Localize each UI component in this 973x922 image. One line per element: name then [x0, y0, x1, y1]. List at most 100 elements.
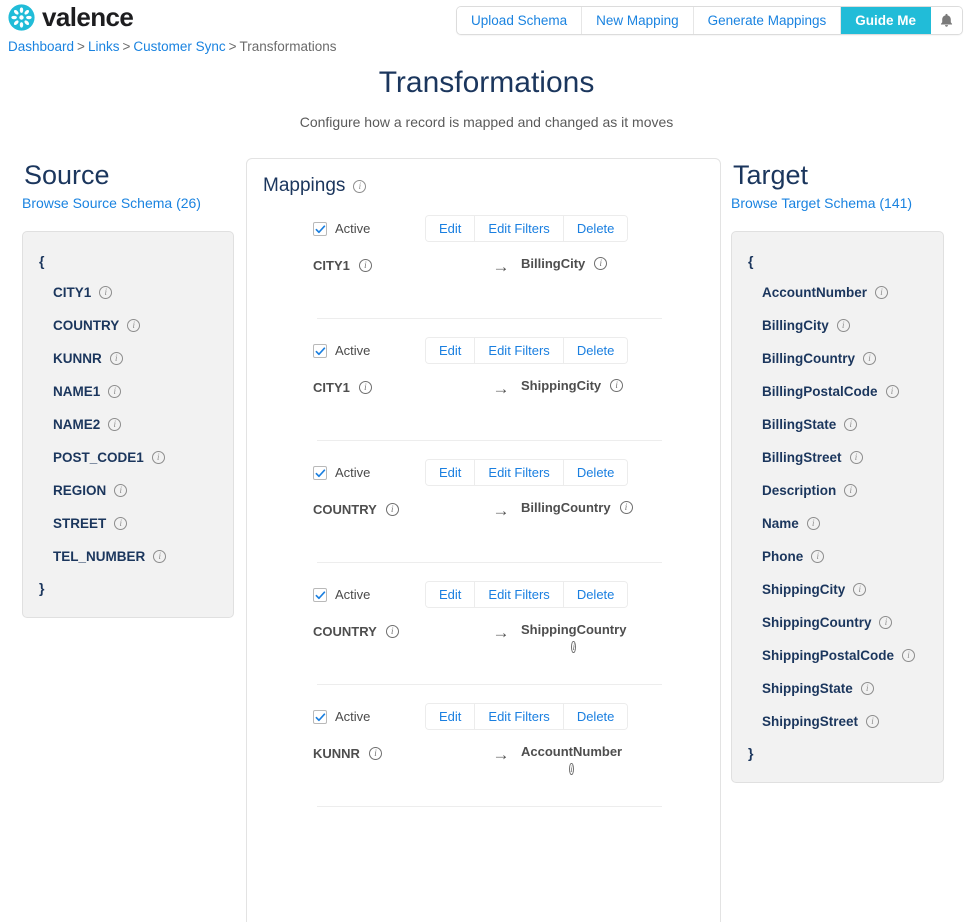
mapping-delete-button[interactable]: Delete: [563, 704, 628, 729]
target-schema-field[interactable]: Description i: [732, 474, 943, 507]
source-schema-field[interactable]: POST_CODE1 i: [23, 441, 233, 474]
mapping-delete-button[interactable]: Delete: [563, 338, 628, 363]
mapping-edit-button[interactable]: Edit: [426, 704, 476, 729]
mapping-delete-button[interactable]: Delete: [563, 216, 628, 241]
info-icon[interactable]: i: [108, 418, 122, 431]
mapping-active-toggle[interactable]: Active: [313, 221, 425, 236]
info-icon[interactable]: i: [885, 385, 899, 398]
mapping-edit-filters-button[interactable]: Edit Filters: [475, 704, 564, 729]
mapping-source-field[interactable]: KUNNR i: [313, 744, 481, 761]
info-icon[interactable]: i: [844, 484, 858, 497]
mapping-source-field[interactable]: COUNTRY i: [313, 500, 481, 517]
mapping-source-field[interactable]: COUNTRY i: [313, 622, 481, 639]
target-schema-field[interactable]: AccountNumber i: [732, 276, 943, 309]
target-schema-field[interactable]: BillingPostalCode i: [732, 375, 943, 408]
info-icon[interactable]: i: [866, 715, 880, 728]
target-schema-field[interactable]: BillingCity i: [732, 309, 943, 342]
info-icon[interactable]: i: [385, 503, 399, 516]
generate-mappings-button[interactable]: Generate Mappings: [693, 7, 842, 34]
mapping-active-toggle[interactable]: Active: [313, 465, 425, 480]
breadcrumb-item-customer-sync[interactable]: Customer Sync: [133, 39, 225, 54]
mapping-delete-button[interactable]: Delete: [563, 460, 628, 485]
browse-source-schema-link[interactable]: Browse Source Schema (26): [22, 195, 201, 211]
target-schema-field[interactable]: BillingCountry i: [732, 342, 943, 375]
info-icon[interactable]: i: [879, 616, 893, 629]
source-schema-field[interactable]: KUNNR i: [23, 342, 233, 375]
info-icon[interactable]: i: [875, 286, 889, 299]
source-schema-field[interactable]: CITY1 i: [23, 276, 233, 309]
target-schema-field[interactable]: ShippingCountry i: [732, 606, 943, 639]
mapping-target-field[interactable]: AccountNumber i: [521, 744, 622, 777]
info-icon[interactable]: i: [811, 550, 825, 563]
info-icon[interactable]: i: [108, 385, 122, 398]
checkbox[interactable]: [313, 709, 327, 724]
upload-schema-button[interactable]: Upload Schema: [457, 7, 583, 34]
mapping-edit-filters-button[interactable]: Edit Filters: [475, 460, 564, 485]
target-schema-field[interactable]: Name i: [732, 507, 943, 540]
info-icon[interactable]: i: [127, 319, 141, 332]
info-icon[interactable]: i: [114, 517, 128, 530]
info-icon[interactable]: i: [571, 641, 576, 653]
info-icon[interactable]: i: [806, 517, 820, 530]
info-icon[interactable]: i: [863, 352, 876, 365]
info-icon[interactable]: i: [610, 379, 624, 392]
browse-target-schema-link[interactable]: Browse Target Schema (141): [731, 195, 912, 211]
info-icon[interactable]: i: [844, 418, 858, 431]
info-icon[interactable]: i: [902, 649, 916, 662]
info-icon[interactable]: i: [385, 625, 399, 638]
mapping-edit-filters-button[interactable]: Edit Filters: [475, 338, 564, 363]
source-schema-field[interactable]: NAME1 i: [23, 375, 233, 408]
source-schema-field[interactable]: COUNTRY i: [23, 309, 233, 342]
mapping-edit-button[interactable]: Edit: [426, 582, 476, 607]
info-icon[interactable]: i: [353, 179, 367, 193]
checkbox[interactable]: [313, 221, 327, 236]
info-icon[interactable]: i: [853, 583, 867, 596]
source-schema-field[interactable]: NAME2 i: [23, 408, 233, 441]
notifications-button[interactable]: [931, 7, 962, 34]
checkbox[interactable]: [313, 465, 327, 480]
mapping-source-field[interactable]: CITY1 i: [313, 256, 481, 273]
info-icon[interactable]: i: [99, 286, 113, 299]
mapping-edit-button[interactable]: Edit: [426, 338, 476, 363]
target-schema-field[interactable]: Phone i: [732, 540, 943, 573]
mapping-edit-filters-button[interactable]: Edit Filters: [475, 216, 564, 241]
info-icon[interactable]: i: [151, 451, 165, 464]
source-schema-field[interactable]: STREET i: [23, 507, 233, 540]
target-schema-field[interactable]: ShippingState i: [732, 672, 943, 705]
target-schema-field[interactable]: ShippingStreet i: [732, 705, 943, 738]
target-schema-field[interactable]: ShippingPostalCode i: [732, 639, 943, 672]
mapping-target-field[interactable]: BillingCity i: [521, 256, 608, 271]
mapping-delete-button[interactable]: Delete: [563, 582, 628, 607]
info-icon[interactable]: i: [849, 451, 863, 464]
mapping-edit-filters-button[interactable]: Edit Filters: [475, 582, 564, 607]
source-schema-field[interactable]: TEL_NUMBER i: [23, 540, 233, 573]
mapping-edit-button[interactable]: Edit: [426, 216, 476, 241]
guide-me-button[interactable]: Guide Me: [841, 7, 931, 34]
info-icon[interactable]: i: [153, 550, 167, 563]
mapping-target-field[interactable]: ShippingCity i: [521, 378, 624, 393]
mapping-active-toggle[interactable]: Active: [313, 587, 425, 602]
info-icon[interactable]: i: [619, 501, 633, 514]
target-schema-field[interactable]: BillingStreet i: [732, 441, 943, 474]
info-icon[interactable]: i: [114, 484, 128, 497]
info-icon[interactable]: i: [594, 257, 608, 270]
target-schema-field[interactable]: ShippingCity i: [732, 573, 943, 606]
mapping-target-field[interactable]: BillingCountry i: [521, 500, 633, 515]
checkbox[interactable]: [313, 587, 327, 602]
info-icon[interactable]: i: [368, 747, 382, 760]
info-icon[interactable]: i: [569, 763, 574, 775]
info-icon[interactable]: i: [860, 682, 874, 695]
mapping-target-field[interactable]: ShippingCountry i: [521, 622, 626, 655]
breadcrumb-item-dashboard[interactable]: Dashboard: [8, 39, 74, 54]
info-icon[interactable]: i: [358, 259, 372, 272]
breadcrumb-item-links[interactable]: Links: [88, 39, 120, 54]
info-icon[interactable]: i: [358, 381, 372, 394]
source-schema-field[interactable]: REGION i: [23, 474, 233, 507]
mapping-active-toggle[interactable]: Active: [313, 709, 425, 724]
mapping-active-toggle[interactable]: Active: [313, 343, 425, 358]
info-icon[interactable]: i: [109, 352, 123, 365]
checkbox[interactable]: [313, 343, 327, 358]
mapping-source-field[interactable]: CITY1 i: [313, 378, 481, 395]
mapping-edit-button[interactable]: Edit: [426, 460, 476, 485]
new-mapping-button[interactable]: New Mapping: [582, 7, 694, 34]
